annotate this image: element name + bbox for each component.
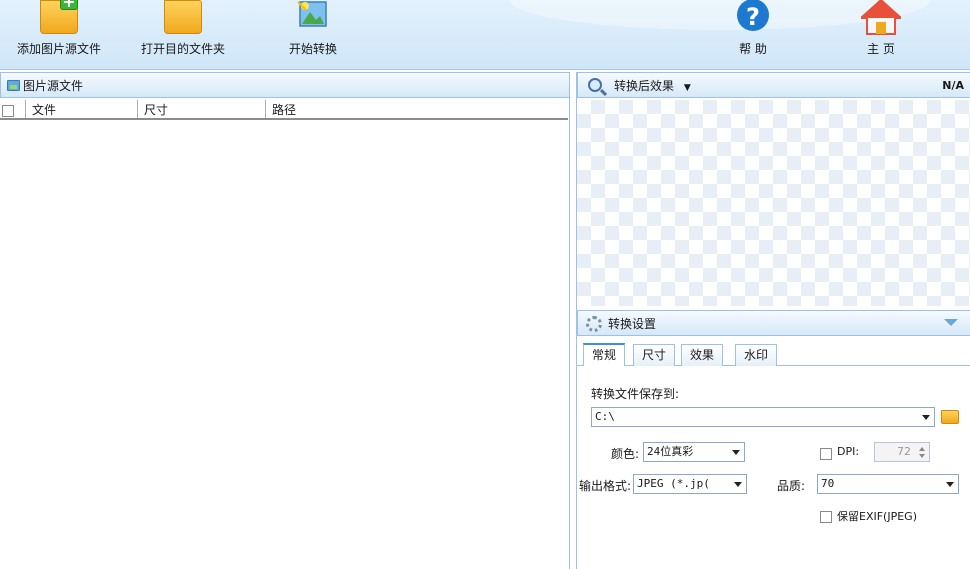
tab-watermark[interactable]: 水印 [735,344,778,366]
color-depth-value: 24位真彩 [647,445,694,458]
tab-size[interactable]: 尺寸 [633,344,676,366]
settings-header[interactable]: 转换设置 [577,310,970,336]
spin-up-icon[interactable] [919,447,925,451]
chevron-down-icon [734,482,742,487]
dpi-spinner[interactable]: 72 [874,442,930,462]
main-toolbar: + 添加图片源文件 打开目的文件夹 开始转换 ? 帮 助 主 页 [0,0,970,70]
color-label: 颜色: [611,447,640,461]
magnifier-icon [588,78,602,92]
open-target-folder-label: 打开目的文件夹 [140,42,225,56]
column-header-size[interactable]: 尺寸 [138,100,266,118]
keep-exif-label: 保留EXIF(JPEG) [837,510,917,523]
save-path-combo[interactable]: C:\ [591,407,935,427]
output-format-label: 输出格式: [579,479,632,493]
start-convert-label: 开始转换 [288,42,337,56]
source-files-header: 图片源文件 [0,72,570,98]
home-label: 主 页 [867,42,895,56]
quality-label: 品质: [777,479,806,493]
select-all-cell[interactable] [0,100,26,118]
chevron-down-icon [946,482,954,487]
output-format-value: JPEG (*.jp( [637,477,710,490]
svg-text:?: ? [746,3,760,31]
collapse-icon[interactable] [944,319,958,326]
column-header-file[interactable]: 文件 [26,100,138,118]
add-folder-icon: + [40,0,78,34]
help-label: 帮 助 [739,42,767,56]
start-convert-button[interactable]: 开始转换 [270,0,356,70]
settings-tabs: 常规 尺寸 效果 水印 [577,342,970,366]
chevron-down-icon[interactable]: ▼ [684,83,691,93]
add-source-files-label: 添加图片源文件 [16,42,101,56]
source-files-title: 图片源文件 [23,79,84,93]
home-button[interactable]: 主 页 [848,0,914,70]
save-path-value: C:\ [595,410,615,423]
gear-icon [586,316,602,332]
open-target-folder-button[interactable]: 打开目的文件夹 [124,0,242,70]
home-icon [858,0,904,36]
dpi-checkbox[interactable] [820,448,832,460]
browse-folder-icon[interactable] [941,410,959,424]
spin-down-icon[interactable] [919,454,925,458]
preview-header[interactable]: 转换后效果 ▼ N/A [577,72,970,98]
keep-exif-checkbox[interactable] [820,511,832,523]
preview-title[interactable]: 转换后效果 [614,79,674,93]
tab-general[interactable]: 常规 [583,343,626,366]
image-icon [7,80,20,91]
help-button[interactable]: ? 帮 助 [720,0,786,70]
preview-canvas [577,100,970,306]
chevron-down-icon [922,415,930,420]
quality-select[interactable]: 70 [817,474,959,494]
tab-effects[interactable]: 效果 [681,344,724,366]
output-format-select[interactable]: JPEG (*.jp( [633,474,747,494]
save-to-label: 转换文件保存到: [591,387,680,401]
dpi-value: 72 [897,445,911,458]
dpi-label: DPI: [837,445,860,458]
chevron-down-icon [732,450,740,455]
file-table[interactable]: 文件 尺寸 路径 [0,100,568,120]
file-table-header: 文件 尺寸 路径 [0,100,568,120]
preview-status: N/A [942,79,964,92]
quality-value: 70 [821,477,835,490]
convert-picture-icon [296,0,330,30]
column-header-path[interactable]: 路径 [266,100,568,118]
add-source-files-button[interactable]: + 添加图片源文件 [4,0,114,70]
right-panel: 转换后效果 ▼ N/A 转换设置 常规 尺寸 效果 水印 转换文件保存到: C:… [576,72,970,569]
select-all-checkbox[interactable] [2,104,14,117]
folder-icon [164,0,202,34]
source-files-panel: 图片源文件 文件 尺寸 路径 [0,72,570,569]
settings-title: 转换设置 [608,317,657,331]
help-icon: ? [736,0,770,34]
color-depth-select[interactable]: 24位真彩 [643,442,745,462]
